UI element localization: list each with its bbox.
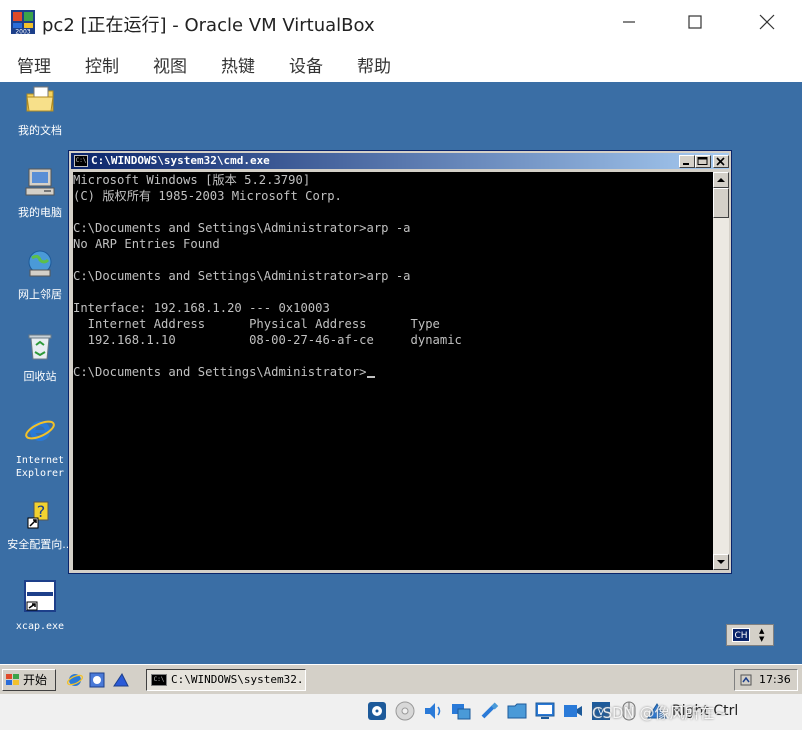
cmd-close-button[interactable] — [713, 155, 729, 168]
system-tray: 17:36 — [734, 669, 798, 691]
quick-launch-explorer-icon[interactable] — [88, 671, 106, 689]
quick-launch-media-icon[interactable] — [112, 671, 130, 689]
console-line: Interface: 192.168.1.20 --- 0x10003 — [73, 301, 330, 315]
desktop-icon-label: 回收站 — [23, 370, 57, 383]
cmd-maximize-button[interactable] — [695, 155, 711, 168]
shared-folders-icon[interactable] — [506, 700, 528, 722]
watermark-text: CSDN @像风所在~ — [592, 704, 728, 722]
quick-launch-ie-icon[interactable] — [66, 671, 84, 689]
console-prompt: C:\Documents and Settings\Administrator> — [73, 365, 367, 379]
desktop-icon-label: 网上邻居 — [18, 288, 62, 301]
desktop-icon-network-places[interactable]: 网上邻居 — [2, 248, 78, 301]
scroll-thumb[interactable] — [713, 188, 729, 218]
console-line: No ARP Entries Found — [73, 237, 220, 251]
taskbar-button-label: C:\WINDOWS\system32... — [171, 673, 306, 686]
menu-help[interactable]: 帮助 — [357, 52, 391, 77]
my-computer-icon — [25, 168, 55, 196]
console-line: Microsoft Windows [版本 5.2.3790] — [73, 173, 311, 187]
cmd-window-title: C:\WINDOWS\system32\cmd.exe — [91, 154, 270, 167]
desktop-icon-my-documents[interactable]: 我的文档 — [2, 84, 78, 137]
xcap-exe-icon — [24, 580, 56, 612]
close-icon — [716, 157, 725, 166]
window-title: pc2 [正在运行] - Oracle VM VirtualBox — [42, 15, 375, 36]
arrow-down-icon — [717, 560, 725, 564]
desktop-icon-xcap[interactable]: xcap.exe — [2, 580, 78, 633]
audio-icon[interactable] — [422, 700, 444, 722]
menu-view[interactable]: 视图 — [153, 52, 187, 77]
console-line: C:\Documents and Settings\Administrator>… — [73, 221, 411, 235]
display-icon[interactable] — [534, 700, 556, 722]
guest-taskbar: 开始 C:\ C:\WINDOWS\system32... 17:36 — [0, 664, 802, 694]
ime-language-bar[interactable]: CH ▲ ▼ — [726, 624, 774, 646]
console-prompt-line[interactable]: C:\Documents and Settings\Administrator> — [73, 364, 375, 380]
app-icon-label: 2003 — [15, 29, 30, 36]
cmd-window-icon: C:\ — [74, 155, 88, 167]
desktop-icon-label: Internet Explorer — [15, 455, 65, 479]
cmd-minimize-button[interactable] — [679, 155, 695, 168]
usb-icon[interactable] — [478, 700, 500, 722]
cmd-taskbar-icon: C:\ — [151, 674, 167, 686]
cmd-window[interactable]: C:\ C:\WINDOWS\system32\cmd.exe Microsof… — [68, 150, 732, 574]
console-line: Internet Address Physical Address Type — [73, 317, 440, 331]
security-wizard-icon: ? — [27, 501, 49, 529]
console-line: C:\Documents and Settings\Administrator>… — [73, 269, 411, 283]
ime-options-icon[interactable]: ▲ ▼ — [759, 627, 764, 643]
host-menu-bar: 管理 控制 视图 热键 设备 帮助 — [0, 44, 802, 82]
host-title-bar: 2003 pc2 [正在运行] - Oracle VM VirtualBox — [0, 0, 802, 44]
recycle-bin-icon — [28, 334, 52, 360]
minimize-icon — [683, 163, 689, 165]
network-adapter-icon[interactable] — [450, 700, 472, 722]
windows-logo-icon — [6, 674, 19, 685]
desktop-icon-label: 安全配置向... — [7, 538, 73, 551]
maximize-button[interactable] — [672, 6, 718, 38]
scroll-down-button[interactable] — [713, 554, 729, 570]
my-documents-icon — [26, 86, 54, 112]
taskbar-button-cmd[interactable]: C:\ C:\WINDOWS\system32... — [146, 669, 306, 691]
desktop-icon-label: 我的文档 — [18, 124, 62, 137]
menu-devices[interactable]: 设备 — [289, 52, 323, 77]
guest-desktop: 我的文档 我的电脑 网上邻居 回收站 Internet Explorer ? 安… — [0, 82, 802, 664]
cmd-title-bar[interactable]: C:\ C:\WINDOWS\system32\cmd.exe — [71, 153, 729, 169]
minimize-button[interactable] — [606, 6, 652, 38]
menu-manage[interactable]: 管理 — [17, 52, 51, 77]
scroll-up-button[interactable] — [713, 172, 729, 188]
virtualbox-vm-icon: 2003 — [11, 10, 35, 36]
maximize-icon — [688, 15, 702, 29]
close-button[interactable] — [744, 6, 790, 38]
tray-network-icon[interactable] — [739, 673, 753, 687]
menu-hotkey[interactable]: 热键 — [221, 52, 255, 77]
start-button[interactable]: 开始 — [2, 669, 56, 691]
cmd-vertical-scrollbar[interactable] — [713, 172, 729, 570]
floppy-disk-icon[interactable] — [394, 700, 416, 722]
close-icon — [759, 14, 775, 30]
desktop-icon-label: xcap.exe — [15, 621, 65, 632]
start-label: 开始 — [23, 673, 48, 687]
text-cursor — [366, 376, 375, 378]
arrow-up-icon — [717, 178, 725, 182]
desktop-icon-security-wizard[interactable]: ? 安全配置向... — [2, 498, 78, 551]
menu-control[interactable]: 控制 — [85, 52, 119, 77]
minimize-icon — [623, 21, 635, 23]
desktop-icon-my-computer[interactable]: 我的电脑 — [2, 166, 78, 219]
desktop-icon-label: 我的电脑 — [18, 206, 62, 219]
video-capture-icon[interactable] — [562, 700, 584, 722]
maximize-icon — [697, 157, 708, 165]
console-line: (C) 版权所有 1985-2003 Microsoft Corp. — [73, 189, 342, 203]
desktop-icon-internet-explorer[interactable]: Internet Explorer — [2, 414, 78, 480]
console-line: 192.168.1.10 08-00-27-46-af-ce dynamic — [73, 333, 462, 347]
network-places-icon — [28, 250, 52, 277]
internet-explorer-icon — [25, 420, 55, 441]
taskbar-clock[interactable]: 17:36 — [759, 673, 791, 686]
host-status-bar: V Right Ctrl CSDN @像风所在~ — [0, 694, 802, 730]
cmd-console-output[interactable]: Microsoft Windows [版本 5.2.3790] (C) 版权所有… — [73, 172, 713, 570]
desktop-icon-recycle-bin[interactable]: 回收站 — [2, 330, 78, 383]
optical-drive-icon[interactable] — [366, 700, 388, 722]
ime-ch-indicator[interactable]: CH — [732, 628, 750, 642]
